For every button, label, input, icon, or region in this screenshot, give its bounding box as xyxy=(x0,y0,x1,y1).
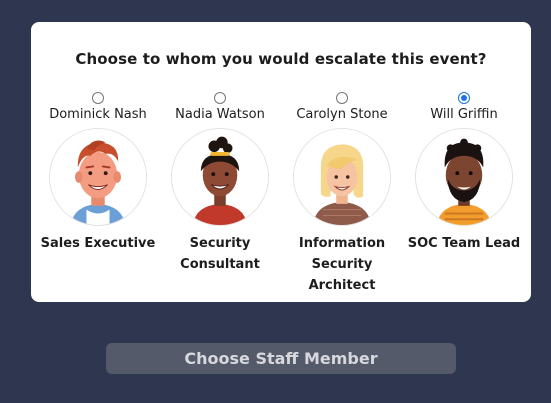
staff-role: SOC Team Lead xyxy=(407,236,521,251)
choose-staff-button[interactable]: Choose Staff Member xyxy=(106,343,456,374)
escalation-card: Choose to whom you would escalate this e… xyxy=(31,22,531,302)
staff-name: Carolyn Stone xyxy=(296,107,388,122)
staff-option-carolyn-stone[interactable]: Carolyn Stone Information Security Archi… xyxy=(281,92,403,296)
staff-role: Information Security Architect xyxy=(298,236,386,293)
staff-name: Will Griffin xyxy=(430,107,498,122)
man-avatar-icon xyxy=(415,128,513,226)
staff-role: Security Consultant xyxy=(180,236,260,272)
woman-avatar-icon xyxy=(171,128,269,226)
radio-carolyn-stone[interactable] xyxy=(336,92,348,104)
radio-dominick-nash[interactable] xyxy=(92,92,104,104)
woman-avatar-icon xyxy=(293,128,391,226)
staff-name: Dominick Nash xyxy=(49,107,147,122)
staff-option-dominick-nash[interactable]: Dominick Nash Sales Executive xyxy=(37,92,159,254)
radio-nadia-watson[interactable] xyxy=(214,92,226,104)
man-avatar-icon xyxy=(49,128,147,226)
dialog-question: Choose to whom you would escalate this e… xyxy=(75,50,487,68)
staff-option-will-griffin[interactable]: Will Griffin SOC Team Lead xyxy=(403,92,525,254)
staff-name: Nadia Watson xyxy=(175,107,265,122)
staff-role: Sales Executive xyxy=(40,236,156,251)
staff-option-nadia-watson[interactable]: Nadia Watson Security Consultant xyxy=(159,92,281,275)
radio-will-griffin[interactable] xyxy=(458,92,470,104)
